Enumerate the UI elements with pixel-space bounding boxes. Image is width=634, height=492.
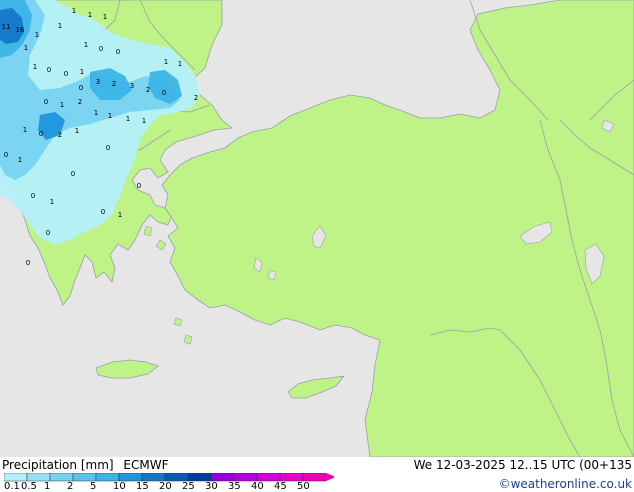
precip-value: 0 bbox=[39, 130, 43, 138]
legend-swatch bbox=[95, 473, 120, 482]
precip-value: 1 bbox=[23, 126, 27, 134]
legend-tick-label: 50 bbox=[297, 481, 310, 492]
precip-value: 0 bbox=[106, 144, 110, 152]
precip-value: 1 bbox=[72, 7, 76, 15]
legend-tick-label: 20 bbox=[159, 481, 172, 492]
legend-swatch bbox=[72, 473, 97, 482]
map-title: Precipitation [mm] ECMWF bbox=[2, 458, 168, 472]
precip-value: 1 bbox=[60, 101, 64, 109]
legend-swatch bbox=[164, 473, 189, 482]
legend-swatch bbox=[233, 473, 258, 482]
precip-value: 1 bbox=[108, 112, 112, 120]
precip-value: 1 bbox=[35, 31, 39, 39]
precip-value: 0 bbox=[71, 170, 75, 178]
legend-tick-label: 2 bbox=[67, 481, 74, 492]
precip-value: 0 bbox=[4, 151, 8, 159]
map-title-text: Precipitation [mm] bbox=[2, 458, 114, 472]
precip-value: 2 bbox=[112, 80, 116, 88]
precip-value: 1 bbox=[178, 60, 182, 68]
precip-value: 0 bbox=[79, 84, 83, 92]
legend-tick-label: 15 bbox=[136, 481, 149, 492]
legend-swatch bbox=[302, 473, 327, 482]
legend-swatch bbox=[279, 473, 304, 482]
legend-swatch bbox=[118, 473, 143, 482]
precip-value: 0 bbox=[137, 182, 141, 190]
precip-value: 0 bbox=[116, 48, 120, 56]
precip-value: 1 bbox=[80, 68, 84, 76]
precip-value: 0 bbox=[47, 66, 51, 74]
legend-tick-label: 5 bbox=[90, 481, 97, 492]
precip-value: 1 bbox=[84, 41, 88, 49]
run-time: We 12-03-2025 12..15 UTC (00+135 bbox=[413, 458, 632, 472]
precip-value: 1 bbox=[58, 22, 62, 30]
precip-value: 2 bbox=[58, 131, 62, 139]
precip-value: 1 bbox=[24, 44, 28, 52]
precip-value: 1 bbox=[50, 198, 54, 206]
legend-tick-label: 40 bbox=[251, 481, 264, 492]
precip-value: 0 bbox=[99, 45, 103, 53]
precip-value: 3 bbox=[96, 78, 100, 86]
legend-tick-label: 0.5 bbox=[21, 481, 37, 492]
legend-swatch bbox=[210, 473, 235, 482]
legend-swatch bbox=[256, 473, 281, 482]
precip-value: 0 bbox=[162, 89, 166, 97]
precip-value: 2 bbox=[146, 86, 150, 94]
precip-value: 1 bbox=[18, 156, 22, 164]
legend-swatch bbox=[26, 473, 51, 482]
legend-tick-label: 1 bbox=[44, 481, 51, 492]
precip-value: 0 bbox=[44, 98, 48, 106]
precip-value: 16 bbox=[16, 26, 25, 34]
precip-value: 1 bbox=[142, 117, 146, 125]
precip-value: 0 bbox=[101, 208, 105, 216]
precip-value: 3 bbox=[130, 82, 134, 90]
precip-value: 0 bbox=[46, 229, 50, 237]
precip-value: 1 bbox=[164, 58, 168, 66]
legend-tick-label: 0.1 bbox=[4, 481, 20, 492]
precip-value: 0 bbox=[64, 70, 68, 78]
precip-value: 1 bbox=[75, 127, 79, 135]
precip-value: 0 bbox=[26, 259, 30, 267]
precip-value: 11 bbox=[2, 23, 11, 31]
credit-link[interactable]: ©weatheronline.co.uk bbox=[499, 477, 632, 491]
precipitation-map: 11 16 1 1 1 1 1 1 1 0 0 1 1 0 0 1 1 0 3 … bbox=[0, 0, 634, 457]
legend-swatch bbox=[4, 473, 28, 482]
precip-value: 1 bbox=[88, 11, 92, 19]
precip-value: 1 bbox=[118, 211, 122, 219]
legend-tick-label: 35 bbox=[228, 481, 241, 492]
precip-value: 1 bbox=[33, 63, 37, 71]
legend-swatch bbox=[49, 473, 74, 482]
precip-value: 1 bbox=[94, 109, 98, 117]
legend-tick-label: 25 bbox=[182, 481, 195, 492]
legend-swatch bbox=[187, 473, 212, 482]
legend-tick-label: 30 bbox=[205, 481, 218, 492]
precip-value: 0 bbox=[31, 192, 35, 200]
precip-value: 2 bbox=[194, 94, 198, 102]
model-name: ECMWF bbox=[123, 458, 169, 472]
precip-value: 1 bbox=[126, 115, 130, 123]
legend-tick-label: 45 bbox=[274, 481, 287, 492]
legend-tick-label: 10 bbox=[113, 481, 126, 492]
precip-value: 2 bbox=[78, 98, 82, 106]
precip-value: 1 bbox=[103, 13, 107, 21]
legend-swatch bbox=[141, 473, 166, 482]
legend-overflow-arrow bbox=[326, 473, 334, 481]
